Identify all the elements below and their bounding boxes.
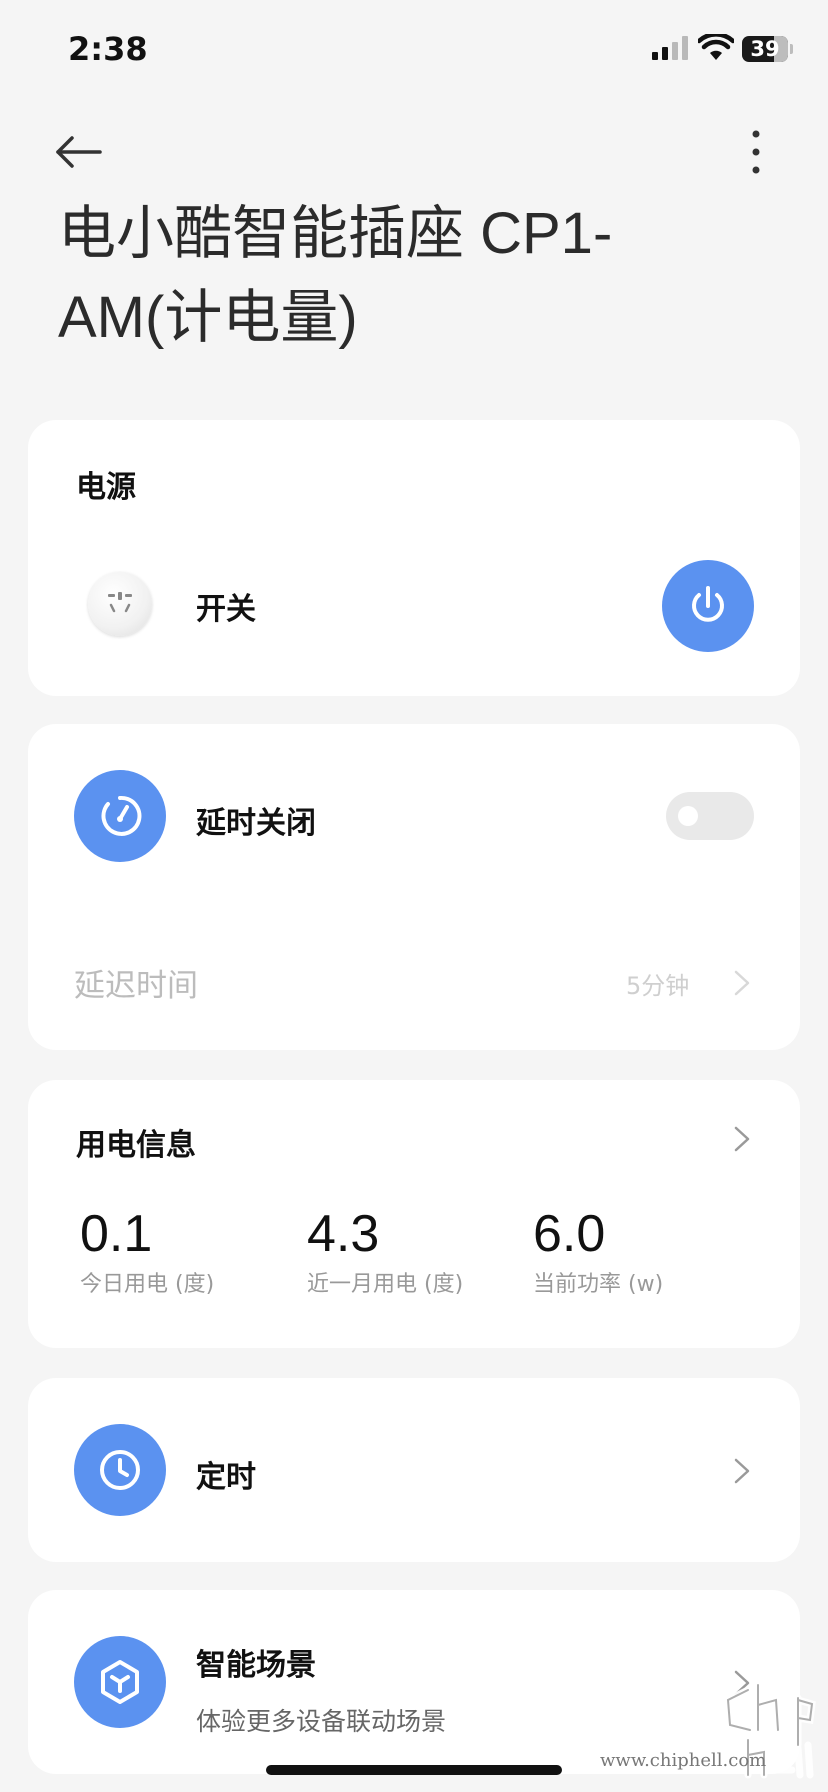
stat-value: 4.3 xyxy=(307,1205,380,1263)
stat-label: 当前功率 (w) xyxy=(533,1272,664,1297)
energy-section-title: 用电信息 xyxy=(76,1128,196,1163)
chevron-right-icon[interactable] xyxy=(732,1668,752,1698)
chevron-right-icon[interactable] xyxy=(732,968,752,998)
stat-label: 近一月用电 (度) xyxy=(307,1272,464,1297)
timer-icon-circle xyxy=(74,1424,166,1516)
delay-off-toggle[interactable] xyxy=(666,792,754,840)
status-bar: 2:38 39 xyxy=(0,0,828,100)
delay-time-label[interactable]: 延迟时间 xyxy=(74,960,198,1005)
delay-icon-circle xyxy=(74,770,166,862)
timer-label: 定时 xyxy=(196,1460,256,1495)
stat-power: 6.0 当前功率 (w) xyxy=(533,1204,663,1298)
power-toggle-button[interactable] xyxy=(662,560,754,652)
power-card: 电源 开关 xyxy=(28,420,800,696)
stat-value: 0.1 xyxy=(80,1205,153,1263)
watermark-text: www.chiphell.com xyxy=(600,1750,767,1771)
cellular-signal-icon xyxy=(652,36,688,60)
stat-label: 今日用电 (度) xyxy=(80,1272,215,1297)
battery-icon: 39 xyxy=(742,36,788,62)
wifi-icon xyxy=(698,34,734,60)
chevron-right-icon[interactable] xyxy=(732,1456,752,1486)
battery-tip xyxy=(790,44,793,54)
more-options-icon[interactable] xyxy=(740,126,772,178)
clock-icon xyxy=(100,1450,140,1490)
timer-card[interactable]: 定时 xyxy=(28,1378,800,1562)
home-indicator[interactable] xyxy=(266,1765,562,1775)
status-time: 2:38 xyxy=(68,30,148,68)
smart-scene-card[interactable]: 智能场景 体验更多设备联动场景 xyxy=(28,1590,800,1774)
delay-time-value[interactable]: 5分钟 xyxy=(626,966,689,1001)
stat-value: 6.0 xyxy=(533,1205,606,1263)
hexagon-scene-icon xyxy=(101,1660,139,1704)
delay-off-label: 延时关闭 xyxy=(196,806,316,841)
switch-label: 开关 xyxy=(196,592,256,627)
page-title: 电小酷智能插座 CP1-AM(计电量) xyxy=(58,201,613,350)
scene-icon-circle xyxy=(74,1636,166,1728)
battery-level: 39 xyxy=(750,37,780,61)
toggle-knob xyxy=(678,806,698,826)
chevron-right-icon[interactable] xyxy=(732,1124,752,1154)
stopwatch-icon xyxy=(101,795,142,836)
smart-scene-subtitle: 体验更多设备联动场景 xyxy=(196,1707,447,1736)
power-section-title: 电源 xyxy=(76,470,136,505)
plug-socket-icon xyxy=(108,592,132,613)
back-arrow-icon[interactable] xyxy=(50,128,106,176)
delay-off-card: 延时关闭 延迟时间 5分钟 xyxy=(28,724,800,1050)
stat-month: 4.3 近一月用电 (度) xyxy=(307,1204,463,1298)
power-icon xyxy=(692,586,724,622)
stat-today: 0.1 今日用电 (度) xyxy=(80,1204,214,1298)
smart-plug-image xyxy=(88,572,152,636)
smart-scene-label: 智能场景 xyxy=(196,1648,316,1683)
energy-info-card[interactable]: 用电信息 0.1 今日用电 (度) 4.3 近一月用电 (度) 6.0 当前功率… xyxy=(28,1080,800,1348)
